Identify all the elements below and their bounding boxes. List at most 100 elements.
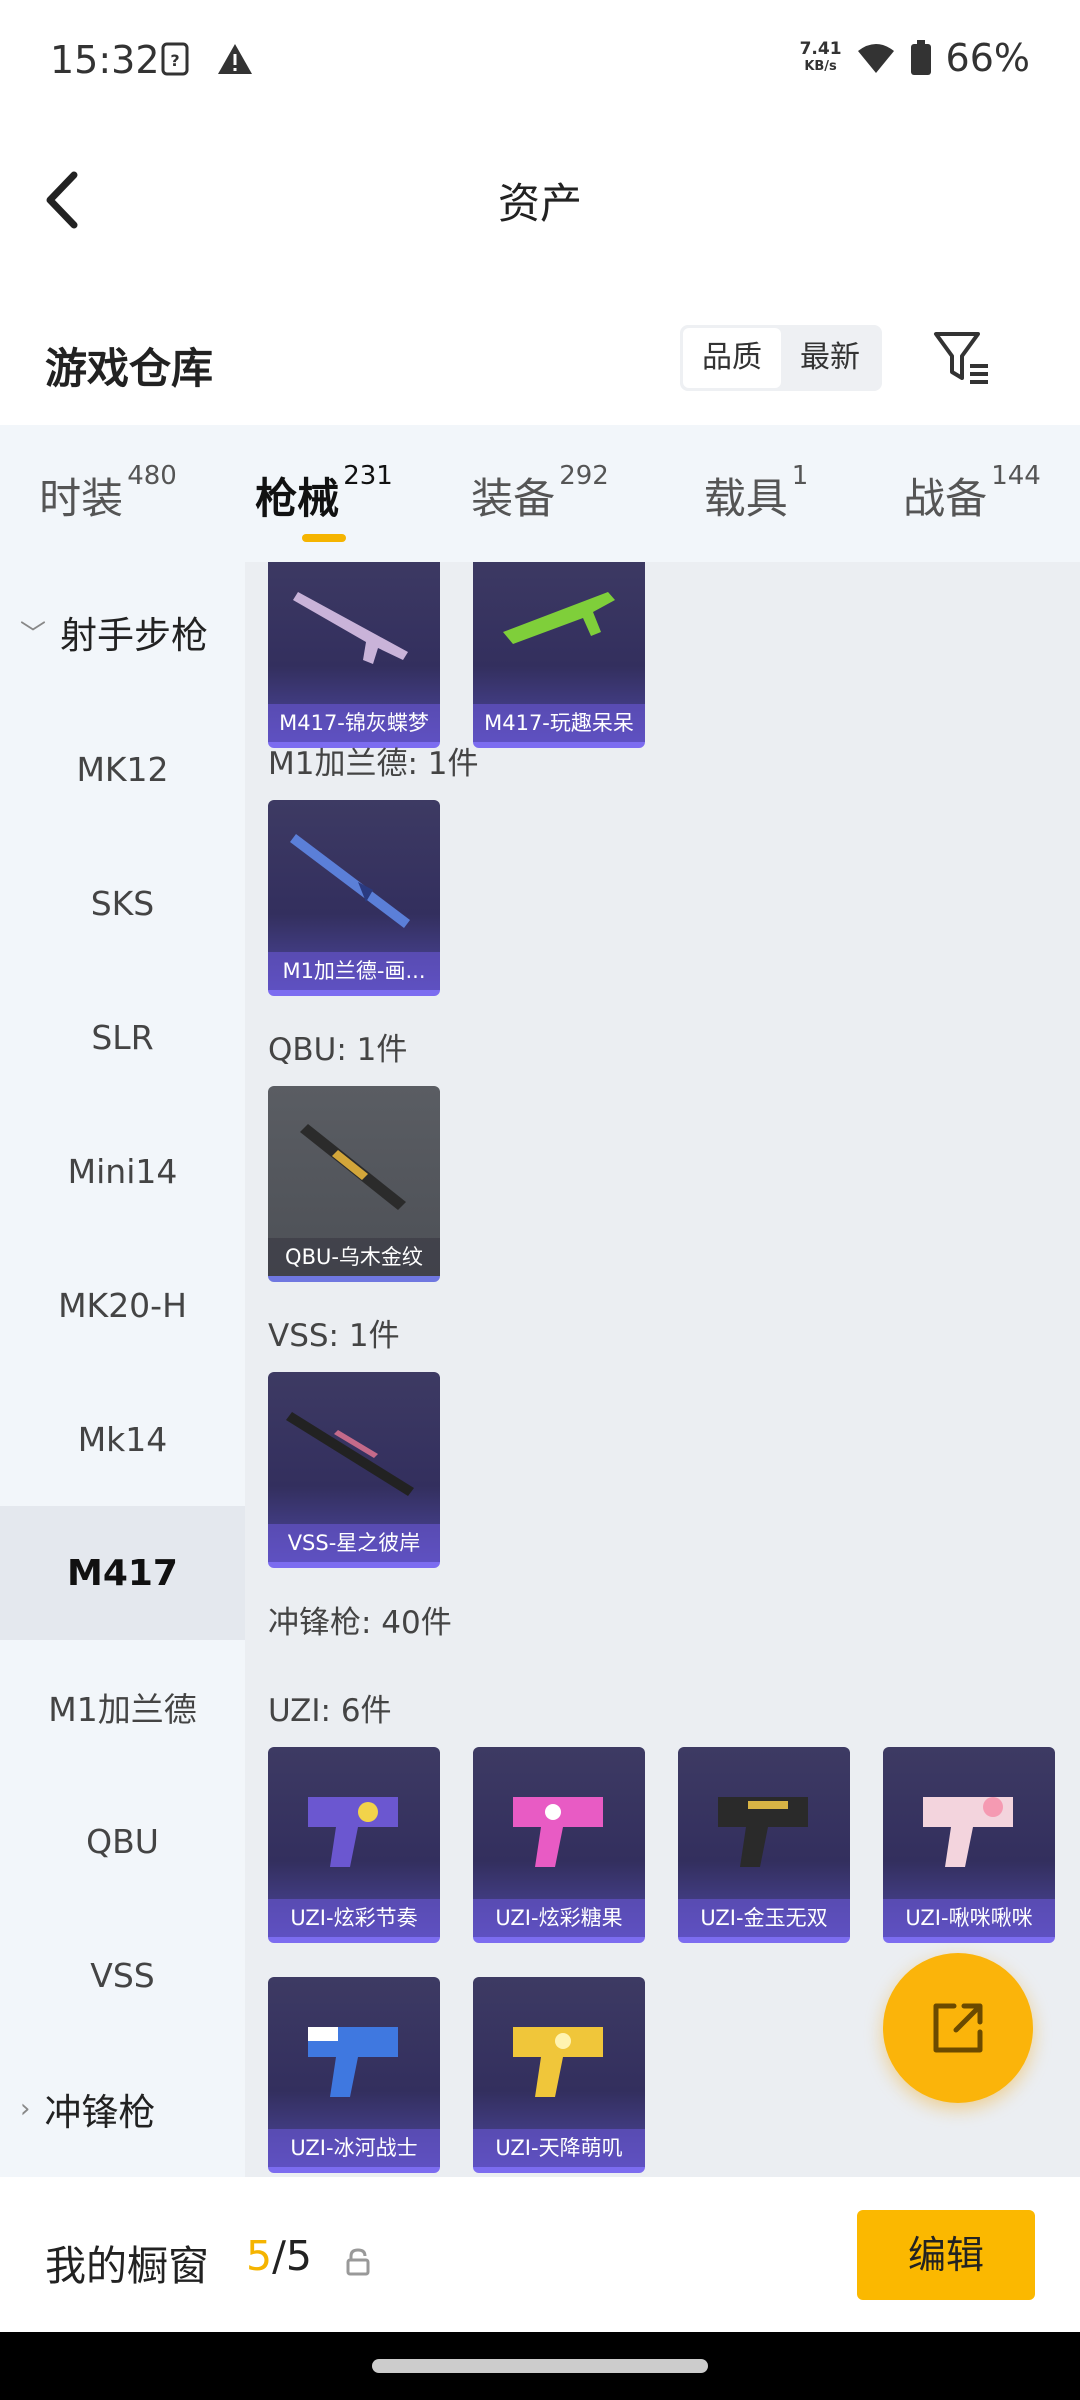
tab-supplies[interactable]: 战备 144 [864,425,1080,562]
tab-fashion-label: 时装 [39,474,124,523]
sidebar-item-m1-garand[interactable]: M1加兰德 [0,1640,245,1774]
sidebar-group-label: 射手步枪 [60,614,209,657]
tab-supplies-label: 战备 [903,474,988,523]
page-title: 资产 [497,179,582,228]
tab-guns[interactable]: 枪械 231 [216,425,432,562]
weapon-sidebar: ﹀ 射手步枪 MK12 SKS SLR Mini14 MK20-H Mk14 M4… [0,562,245,2177]
wifi-icon [857,44,894,73]
sidebar-item-mini14[interactable]: Mini14 [0,1104,245,1238]
sim-icon: ? [161,42,189,76]
showcase-label: 我的橱窗 [45,2242,209,2290]
weapon-card-name: QBU-乌木金纹 [268,1238,440,1276]
rifle-icon [300,1124,406,1210]
warning-icon [218,44,252,74]
smg-icon [308,2027,398,2097]
weapon-card[interactable]: UZI-啾咪啾咪 [883,1747,1055,1943]
weapon-card[interactable]: UZI-炫彩节奏 [268,1747,440,1943]
tab-fashion[interactable]: 时装 480 [0,425,216,562]
tab-guns-label: 枪械 [255,474,340,523]
showcase-count-total: /5 [272,2232,312,2280]
battery-percent: 66% [945,36,1030,80]
showcase-count: 5/5 [246,2232,312,2280]
smg-icon [923,1797,1013,1867]
net-speed-unit: KB/s [804,59,837,74]
warehouse-title: 游戏仓库 [45,344,214,393]
filter-icon[interactable] [932,328,992,388]
section-qbu: QBU: 1件 [268,1032,408,1068]
lock-icon [346,2248,370,2276]
chevron-down-icon: ﹀ [20,619,47,650]
weapon-card-name: M417-锦灰蝶梦 [268,704,440,742]
sidebar-item-qbu[interactable]: QBU [0,1774,245,1908]
tab-equipment-label: 装备 [471,474,556,523]
section-smg: 冲锋枪: 40件 [268,1605,452,1641]
warehouse-bar: 游戏仓库 品质 最新 [0,300,1080,425]
system-nav-bar [0,2332,1080,2400]
sort-toggle: 品质 最新 [680,325,882,391]
net-speed-value: 7.41 [799,39,842,59]
app-header: 资产 [0,125,1080,270]
weapon-card[interactable]: VSS-星之彼岸 [268,1372,440,1568]
section-vss: VSS: 1件 [268,1318,400,1354]
weapon-card-name: UZI-炫彩节奏 [268,1899,440,1937]
sidebar-group-marksman-rifle[interactable]: ﹀ 射手步枪 [0,562,245,702]
tab-vehicles-count: 1 [791,461,809,491]
weapon-card[interactable]: M1加兰德-画... [268,800,440,996]
showcase-bar: 我的橱窗 5/5 编辑 [0,2177,1080,2332]
weapon-card[interactable]: UZI-金玉无双 [678,1747,850,1943]
sidebar-group-smg[interactable]: › 冲锋枪 [0,2042,245,2176]
rifle-icon [293,592,408,664]
battery-icon [910,40,931,75]
tab-guns-count: 231 [343,461,393,491]
weapon-card-name: M417-玩趣呆呆 [473,704,645,742]
sidebar-item-slr[interactable]: SLR [0,970,245,1104]
category-tabs: 时装 480 枪械 231 装备 292 载具 1 战备 144 [0,425,1080,562]
weapon-card[interactable]: UZI-天降萌叽 [473,1977,645,2173]
weapon-card-name: UZI-金玉无双 [678,1899,850,1937]
edit-button[interactable]: 编辑 [857,2210,1035,2300]
sidebar-item-m417[interactable]: M417 [0,1506,245,1640]
chevron-right-icon: › [20,2094,31,2124]
sidebar-item-mk14[interactable]: Mk14 [0,1372,245,1506]
tab-vehicles-label: 载具 [703,474,788,523]
weapon-card-name: UZI-冰河战士 [268,2129,440,2167]
weapon-card-name: VSS-星之彼岸 [268,1524,440,1562]
weapon-card-name: UZI-天降萌叽 [473,2129,645,2167]
status-time: 15:32 [50,38,160,82]
weapon-card-name: UZI-啾咪啾咪 [883,1899,1055,1937]
weapon-card[interactable]: UZI-炫彩糖果 [473,1747,645,1943]
tab-equipment-count: 292 [559,461,609,491]
net-speed: 7.41 KB/s [800,40,842,76]
weapon-card-name: M1加兰德-画... [268,952,440,990]
tab-equipment[interactable]: 装备 292 [432,425,648,562]
share-button[interactable] [883,1953,1033,2103]
home-gesture-handle[interactable] [372,2359,708,2373]
smg-icon [513,1797,603,1867]
status-bar: 15:32 ? 7.41 KB/s 66% [0,0,1080,125]
tab-active-underline [302,534,346,542]
sidebar-item-mk20h[interactable]: MK20-H [0,1238,245,1372]
tab-vehicles[interactable]: 载具 1 [648,425,864,562]
sort-quality-button[interactable]: 品质 [683,328,781,388]
sidebar-item-mk12[interactable]: MK12 [0,702,245,836]
smg-icon [513,2027,603,2097]
svg-text:?: ? [170,51,179,70]
rifle-icon [290,834,410,928]
sidebar-item-sks[interactable]: SKS [0,836,245,970]
sidebar-item-vss[interactable]: VSS [0,1908,245,2042]
section-uzi: UZI: 6件 [268,1693,392,1729]
smg-icon [718,1797,808,1867]
sidebar-group-label: 冲锋枪 [44,2091,156,2134]
weapon-card[interactable]: M417-锦灰蝶梦 [268,562,440,748]
weapon-card[interactable]: QBU-乌木金纹 [268,1086,440,1282]
weapon-card-name: UZI-炫彩糖果 [473,1899,645,1937]
tab-supplies-count: 144 [991,461,1041,491]
sort-newest-button[interactable]: 最新 [781,328,879,388]
weapon-card[interactable]: UZI-冰河战士 [268,1977,440,2173]
weapon-card[interactable]: M417-玩趣呆呆 [473,562,645,748]
tab-fashion-count: 480 [127,461,177,491]
showcase-count-current: 5 [246,2232,273,2280]
rifle-icon [286,1412,414,1496]
rifle-icon [503,592,615,644]
weapon-grid: M417-锦灰蝶梦 M417-玩趣呆呆 M1加兰德: 1件 M1加兰德-画...… [245,562,1080,2177]
